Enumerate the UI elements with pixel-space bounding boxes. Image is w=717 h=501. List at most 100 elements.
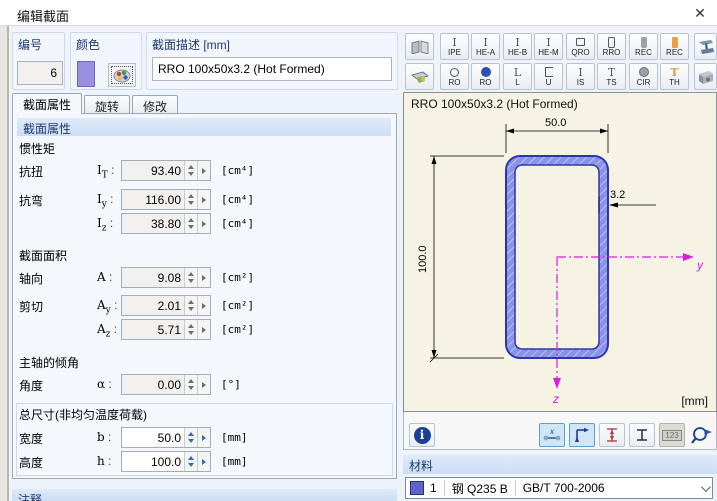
row-symbol: h [97,454,111,471]
toolbar-heb-button[interactable]: HE-B [503,33,532,60]
section-number-field[interactable] [17,61,63,85]
expand-button[interactable] [197,214,210,233]
value-field[interactable]: 2.01 [121,295,211,316]
row-shear-z: Az 5.71 [cm²] [13,319,393,341]
value-field[interactable]: 116.00 [121,189,211,210]
toolbar-cir-button[interactable]: CIR [629,63,658,90]
circle-solid-icon [481,67,491,78]
section-preview: 50.0 100.0 3.2 y z RRO 100x50x3.2 (Hot F… [403,92,717,412]
row-label: 轴向 [19,270,43,287]
toolbar-qro-button[interactable]: QRO [566,33,595,60]
user-defined-section-button[interactable] [405,63,434,90]
row-symbol: IT [97,163,114,180]
toolbar-hea-button[interactable]: HE-A [471,33,500,60]
toolbar-is-button[interactable]: IS [566,63,595,90]
row-unit: [mm] [221,455,248,468]
spinner[interactable] [184,214,197,233]
material-select[interactable]: 1 钢 Q235 B GB/T 700-2006 [405,477,713,499]
steel-3d-section-button[interactable] [694,33,717,60]
book-icon [411,40,429,54]
info-button[interactable]: i [409,423,435,447]
zoom-pointer-button[interactable] [689,423,715,447]
material-standard: GB/T 700-2006 [523,481,605,495]
value-field[interactable]: 38.80 [121,213,211,234]
expand-button[interactable] [197,452,210,471]
expand-button[interactable] [197,428,210,447]
square-hollow-icon [576,37,585,48]
divider [444,480,445,496]
row-symbol: Iz [97,216,113,233]
toolbar-ro-solid-button[interactable]: RO [471,63,500,90]
row-symbol: α [97,377,112,394]
expand-button[interactable] [197,161,210,180]
spinner[interactable] [184,268,197,287]
local-axis-x-icon: x [542,426,562,444]
toolbar-rec-button[interactable]: REC [629,33,658,60]
spinner[interactable] [184,428,197,447]
row-symbol: Az [97,322,117,339]
spinner[interactable] [184,452,197,471]
spinner[interactable] [184,320,197,339]
row-symbol: Iy [97,192,114,209]
value-field[interactable]: 0.00 [121,374,211,395]
description-group: 截面描述 [mm] [146,32,398,90]
tab-rotation[interactable]: 旋转 [84,95,130,114]
left-panel: 编号 颜色 截面描述 [mm] 截面属性 旋转 修改 截面属性 惯性矩 抗扭 [10,26,399,501]
expand-button[interactable] [197,375,210,394]
info-icon: i [414,427,431,444]
row-symbol: b [97,430,111,447]
show-numbering-button[interactable]: 123 [659,423,685,447]
show-section-outline-button[interactable] [629,423,655,447]
number-group: 编号 [12,32,65,90]
i-section-icon [452,37,456,48]
toolbar-ipe-button[interactable]: IPE [440,33,469,60]
tab-section-properties[interactable]: 截面属性 [12,93,82,114]
spinner[interactable] [184,161,197,180]
background-window-edge [0,26,9,501]
value-field[interactable]: 9.08 [121,267,211,288]
spinner[interactable] [184,296,197,315]
row-shear-y: 剪切 Ay 2.01 [cm²] [13,295,393,317]
show-dimensions-button[interactable] [599,423,625,447]
expand-button[interactable] [197,296,210,315]
toolbar-hem-button[interactable]: HE-M [534,33,563,60]
row-label: 宽度 [19,430,43,447]
expand-button[interactable] [197,268,210,287]
toolbar-ts-button[interactable]: TS [597,63,626,90]
toolbar-l-button[interactable]: L [503,63,532,90]
material-name: 钢 Q235 B [452,480,508,497]
section-color-swatch[interactable] [77,61,95,87]
toolbar-u-button[interactable]: U [534,63,563,90]
show-local-x-button[interactable]: x [539,423,565,447]
tab-modify[interactable]: 修改 [132,95,178,114]
close-icon[interactable] [690,3,710,23]
spinner[interactable] [184,375,197,394]
width-field[interactable]: 50.0 [121,427,211,448]
material-number: 1 [430,481,437,495]
title-bar: 编辑截面 [0,0,717,26]
show-axes-button[interactable] [569,423,595,447]
toolbar-th-button[interactable]: TH [660,63,689,90]
toolbar-rro-button[interactable]: RRO [597,33,626,60]
section-description-input[interactable] [152,57,392,81]
principal-axes-header: 主轴的倾角 [19,354,79,371]
rect-hollow-icon [608,37,615,48]
spinner[interactable] [184,190,197,209]
toolbar-rec-timber-button[interactable]: REC [660,33,689,60]
palette-icon [113,68,131,83]
value-field[interactable]: 93.40 [121,160,211,181]
row-unit: [cm²] [221,323,254,336]
solid-3d-section-button[interactable] [694,63,717,90]
i-section-icon [515,37,519,48]
description-label: 截面描述 [mm] [152,36,230,53]
section-library-button[interactable] [405,33,434,60]
row-bending-z: Iz 38.80 [cm⁴] [13,213,393,235]
value-field[interactable]: 5.71 [121,319,211,340]
group-header: 截面属性 [17,118,391,136]
height-field[interactable]: 100.0 [121,451,211,472]
color-picker-button[interactable] [108,63,136,87]
expand-button[interactable] [197,320,210,339]
chevron-down-icon [701,482,711,492]
toolbar-ro-hollow-button[interactable]: RO [440,63,469,90]
expand-button[interactable] [197,190,210,209]
